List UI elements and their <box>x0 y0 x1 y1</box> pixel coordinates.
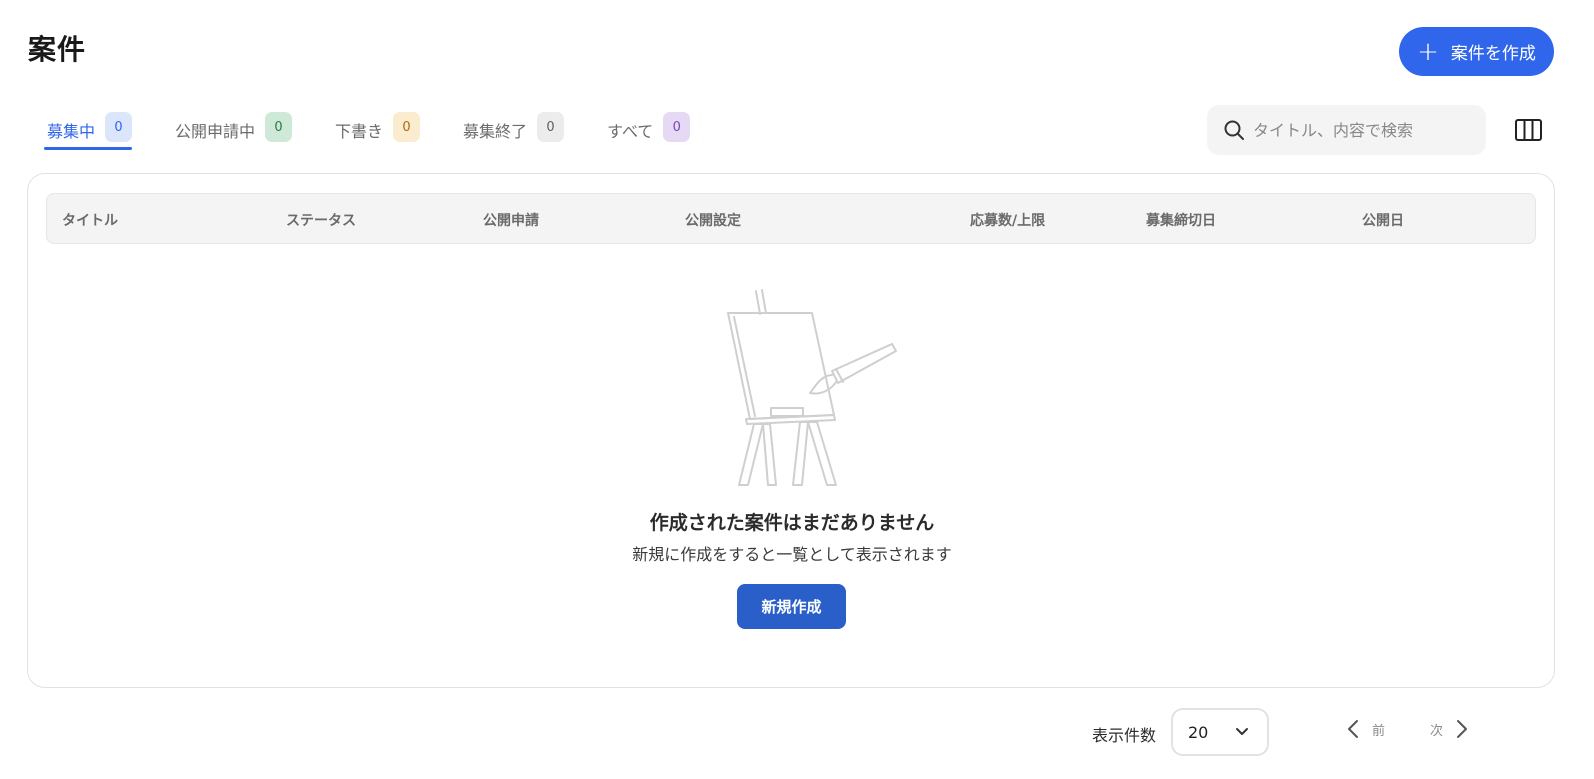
chevron-left-icon <box>1348 720 1358 738</box>
tab-label: 募集終了 <box>463 122 528 141</box>
chevron-down-icon <box>1236 728 1248 735</box>
tab-label: 下書き <box>335 122 384 141</box>
per-page-label: 表示件数 <box>1092 726 1157 745</box>
tab-all[interactable]: すべて 0 <box>604 112 691 150</box>
per-page-select[interactable]: 20 <box>1171 708 1269 756</box>
tab-closed[interactable]: 募集終了 0 <box>460 112 565 150</box>
count-badge: 0 <box>265 112 293 142</box>
columns-icon <box>1515 119 1542 141</box>
empty-state-description: 新規に作成をすると一覧として表示されます <box>632 545 952 564</box>
next-page-button[interactable]: 次 <box>1430 718 1469 740</box>
count-badge: 0 <box>393 112 421 142</box>
column-header-status[interactable]: ステータス <box>286 210 356 230</box>
column-header-publish-request[interactable]: 公開申請 <box>483 210 539 230</box>
columns-toggle-button[interactable] <box>1514 117 1544 143</box>
column-header-publish-settings[interactable]: 公開設定 <box>685 210 741 230</box>
table-header: タイトル ステータス 公開申請 公開設定 応募数/上限 募集締切日 公開日 <box>46 193 1536 244</box>
search-icon <box>1224 120 1244 140</box>
tab-pending-publish[interactable]: 公開申請中 0 <box>172 112 293 150</box>
create-project-label: 案件を作成 <box>1450 44 1536 64</box>
column-header-title[interactable]: タイトル <box>62 210 118 230</box>
previous-page-label: 前 <box>1372 723 1386 739</box>
tab-label: 公開申請中 <box>175 122 256 141</box>
page-title: 案件 <box>28 33 87 66</box>
count-badge: 0 <box>663 112 691 142</box>
previous-page-button[interactable]: 前 <box>1346 718 1385 740</box>
search-box <box>1207 105 1486 155</box>
search-input[interactable] <box>1253 120 1473 140</box>
new-project-button[interactable]: 新規作成 <box>737 584 846 629</box>
create-project-button[interactable]: + 案件を作成 <box>1399 27 1554 76</box>
per-page-value: 20 <box>1188 722 1209 742</box>
projects-table-card: タイトル ステータス 公開申請 公開設定 応募数/上限 募集締切日 公開日 作成… <box>27 173 1555 688</box>
count-badge: 0 <box>537 112 565 142</box>
column-header-deadline[interactable]: 募集締切日 <box>1146 210 1216 230</box>
status-tabs: 募集中 0 公開申請中 0 下書き 0 募集終了 0 すべて 0 <box>44 112 730 150</box>
tab-recruiting[interactable]: 募集中 0 <box>44 112 133 150</box>
tab-label: 募集中 <box>47 122 96 141</box>
tab-label: すべて <box>607 122 654 141</box>
chevron-right-icon <box>1457 720 1468 738</box>
column-header-applicants-limit[interactable]: 応募数/上限 <box>970 210 1045 230</box>
plus-icon: + <box>1417 36 1439 67</box>
tab-draft[interactable]: 下書き 0 <box>332 112 421 150</box>
easel-paintbrush-illustration <box>727 289 897 486</box>
next-page-label: 次 <box>1430 723 1444 739</box>
column-header-publish-date[interactable]: 公開日 <box>1362 210 1404 230</box>
count-badge: 0 <box>105 112 133 142</box>
empty-state-title: 作成された案件はまだありません <box>649 512 935 534</box>
